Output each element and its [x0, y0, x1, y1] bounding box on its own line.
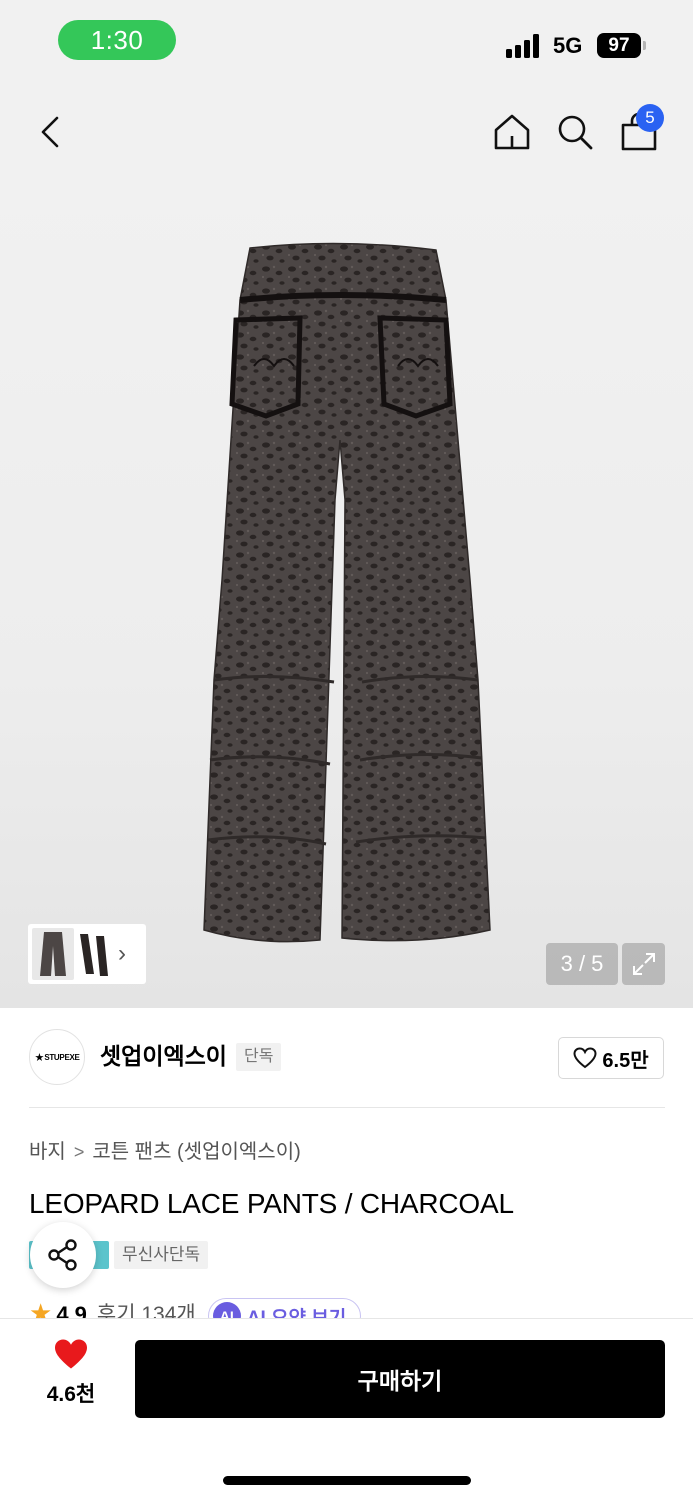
brand-like-count: 6.5만 [602, 1049, 649, 1072]
heart-outline-icon [573, 1047, 597, 1069]
exclusive-badge: 무신사단독 [114, 1241, 209, 1269]
brand-logo[interactable]: ★ STUPEXE [29, 1029, 85, 1085]
expand-icon [632, 953, 655, 975]
thumbnail-image[interactable] [32, 928, 74, 980]
thumbnail-next-icon[interactable]: › [118, 940, 126, 968]
status-time: 1:30 [58, 20, 176, 60]
breadcrumb: 바지 > 코튼 팬츠 (셋업이엑스이) [29, 1138, 301, 1166]
home-icon [494, 114, 530, 150]
brand-name[interactable]: 셋업이엑스이 [100, 1040, 227, 1072]
heart-filled-icon [55, 1339, 87, 1369]
cart-button[interactable] [611, 84, 667, 180]
home-button[interactable] [484, 84, 540, 180]
breadcrumb-separator-icon: > [73, 1142, 85, 1162]
back-button[interactable] [22, 84, 78, 180]
home-indicator[interactable] [223, 1476, 471, 1485]
breadcrumb-item[interactable]: 바지 [29, 1138, 66, 1166]
cart-count-badge: 5 [636, 104, 664, 132]
back-icon [41, 116, 59, 148]
cellular-signal-icon [506, 34, 542, 58]
brand-like-button[interactable]: 6.5만 [558, 1037, 664, 1079]
brand-exclusive-tag: 단독 [236, 1043, 282, 1071]
search-icon [558, 115, 593, 150]
top-nav [0, 84, 693, 180]
share-button[interactable] [30, 1222, 96, 1288]
network-type: 5G [553, 33, 583, 58]
buy-button[interactable]: 구매하기 [135, 1340, 665, 1418]
product-title: LEOPARD LACE PANTS / CHARCOAL [29, 1188, 514, 1219]
battery-nub [643, 41, 646, 50]
product-image [203, 242, 491, 943]
battery-icon: 97 [597, 33, 641, 58]
expand-button[interactable] [622, 943, 665, 985]
search-button[interactable] [547, 84, 603, 180]
product-like-button[interactable]: 4.6천 [30, 1338, 112, 1418]
breadcrumb-item[interactable]: 코튼 팬츠 (셋업이엑스이) [92, 1138, 300, 1166]
product-image-gallery[interactable] [0, 180, 693, 1008]
thumbnail-strip[interactable]: › [28, 924, 146, 984]
image-page-indicator: 3 / 5 [546, 943, 618, 985]
divider [29, 1107, 665, 1108]
status-bar: 1:30 5G 97 [0, 0, 693, 84]
share-icon [48, 1239, 77, 1271]
product-like-count: 4.6천 [46, 1383, 96, 1406]
thumbnail-image[interactable] [76, 928, 112, 980]
